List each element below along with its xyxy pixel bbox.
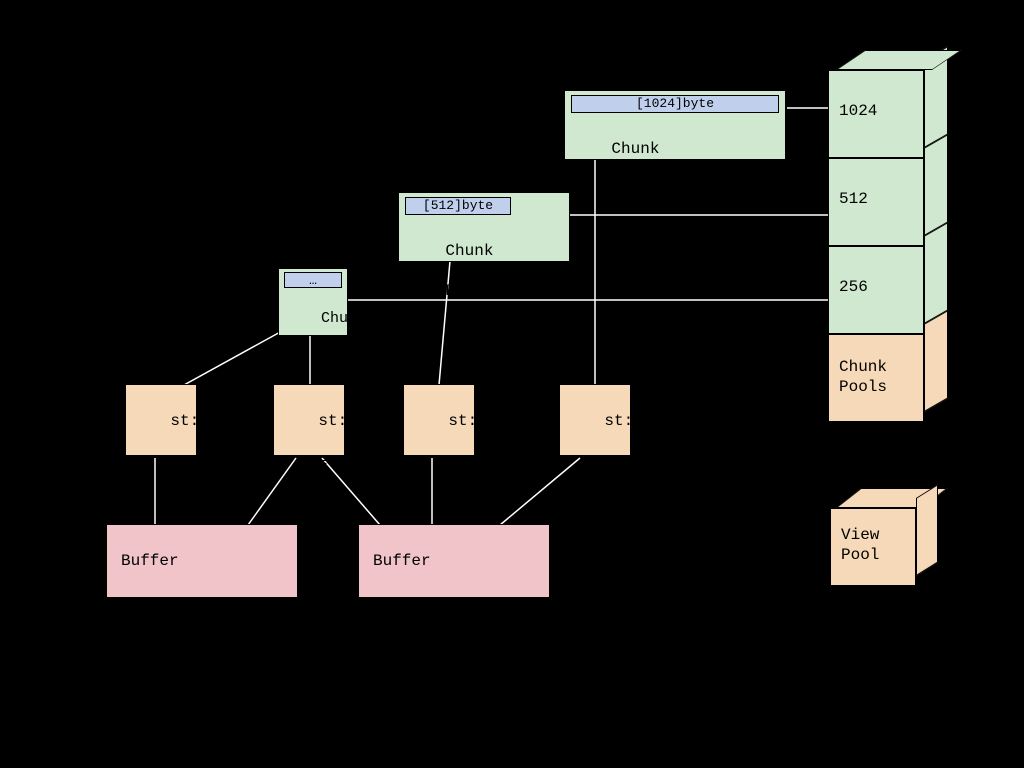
view-pool-front: View Pool	[830, 508, 916, 586]
view-0-val: 256	[170, 492, 199, 510]
view-1-end: end:	[318, 452, 356, 470]
chunk-512-refcount: RefCount: 1	[445, 282, 551, 300]
view-0-st: st: 0	[170, 412, 218, 430]
view-1-st: st: 8	[318, 412, 366, 430]
view-pool: View Pool	[830, 500, 950, 610]
view-2-val: 194	[448, 492, 477, 510]
pool-256: 256	[828, 246, 924, 334]
pool-label: Chunk Pools	[839, 358, 887, 396]
view-pool-label: View Pool	[841, 526, 879, 564]
chunk-1024: [1024]byte Chunk RefCount: 1	[564, 90, 786, 160]
buffer-right-label: Buffer	[373, 552, 431, 570]
byte-bar-512: [512]byte	[405, 197, 511, 215]
view-3-st: st: 0	[604, 412, 652, 430]
byte-bar-small: …	[284, 272, 342, 288]
view-1-val: 100	[318, 492, 347, 510]
byte-label-1024: [1024]byte	[636, 96, 714, 111]
view-0: st: 0 end: 256	[125, 384, 197, 456]
view-3-end: end:	[604, 452, 642, 470]
view-0-end: end:	[170, 452, 208, 470]
buffer-left: Buffer	[106, 524, 298, 598]
chunk-1024-refcount: RefCount: 1	[611, 180, 717, 198]
view-3: st: 0 end: 600	[559, 384, 631, 456]
pool-512-label: 512	[839, 190, 868, 208]
byte-bar-1024: [1024]byte	[571, 95, 779, 113]
chunk-small-label: Chunk	[321, 310, 366, 327]
buffer-left-label: Buffer	[121, 552, 179, 570]
pool-label-box: Chunk Pools	[828, 334, 924, 422]
view-1: st: 8 end: 100	[273, 384, 345, 456]
view-2-end: end:	[448, 452, 486, 470]
view-2-st: st: 0	[448, 412, 496, 430]
pool-1024-label: 1024	[839, 102, 877, 120]
pool-1024: 1024	[828, 70, 924, 158]
chunk-small-refcount: RC: 2	[321, 347, 366, 364]
byte-label-small: …	[309, 273, 317, 288]
chunk-small: … Chunk RC: 2	[278, 268, 348, 336]
chunk-512: [512]byte Chunk RefCount: 1	[398, 192, 570, 262]
byte-label-512: [512]byte	[423, 198, 493, 213]
pool-256-label: 256	[839, 278, 868, 296]
pool-512: 512	[828, 158, 924, 246]
view-3-val: 600	[604, 492, 633, 510]
chunk-1024-label: Chunk	[611, 140, 659, 158]
view-2: st: 0 end: 194	[403, 384, 475, 456]
chunk-pools-stack: 1024 512 256 Chunk Pools	[828, 64, 948, 444]
chunk-512-label: Chunk	[445, 242, 493, 260]
buffer-right: Buffer	[358, 524, 550, 598]
